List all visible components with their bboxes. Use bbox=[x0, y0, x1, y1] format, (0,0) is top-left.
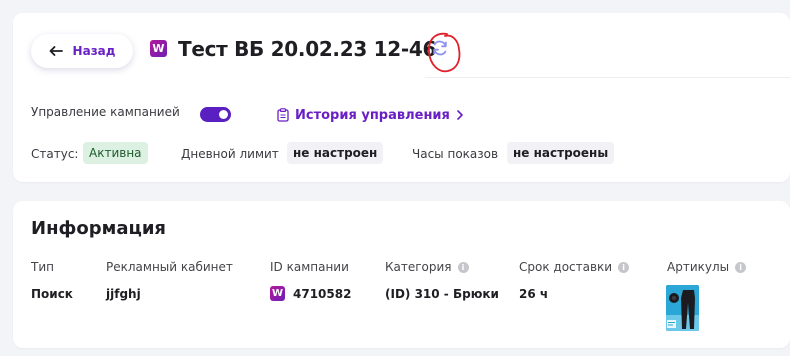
status-badge: Активна bbox=[83, 142, 148, 164]
back-button-label: Назад bbox=[72, 44, 116, 58]
information-title: Информация bbox=[31, 218, 166, 239]
column-ad-cabinet: Рекламный кабинет bbox=[106, 260, 233, 274]
show-hours-value: не настроены bbox=[507, 142, 615, 164]
cell-type: Поиск bbox=[31, 287, 73, 301]
product-image bbox=[666, 285, 699, 331]
column-category: Категория i bbox=[385, 260, 469, 274]
page-title: Тест ВБ 20.02.23 12-46 bbox=[178, 37, 437, 61]
daily-limit-value: не настроен bbox=[287, 142, 384, 164]
article-thumbnail[interactable] bbox=[666, 285, 699, 331]
arrow-left-icon bbox=[49, 46, 63, 56]
header-divider bbox=[425, 77, 790, 78]
campaign-header-card: Назад W Тест ВБ 20.02.23 12-46 Управлени… bbox=[13, 13, 790, 182]
back-button[interactable]: Назад bbox=[31, 34, 133, 68]
info-icon[interactable]: i bbox=[735, 261, 747, 273]
refresh-icon[interactable] bbox=[431, 39, 449, 57]
cell-campaign-id: 4710582 bbox=[293, 287, 352, 301]
cell-category: (ID) 310 - Брюки bbox=[385, 287, 499, 301]
campaign-management-label: Управление кампанией bbox=[31, 105, 180, 119]
cell-ad-cabinet: jjfghj bbox=[106, 287, 141, 301]
column-articles: Артикулы i bbox=[667, 260, 747, 274]
show-hours-label: Часы показов bbox=[412, 147, 499, 161]
column-campaign-id: ID кампании bbox=[270, 260, 349, 274]
management-history-label: История управления bbox=[295, 107, 450, 123]
management-history-link[interactable]: История управления bbox=[277, 105, 464, 125]
column-type: Тип bbox=[31, 260, 54, 274]
campaign-management-toggle[interactable] bbox=[200, 107, 231, 122]
information-card: Информация Тип Рекламный кабинет ID камп… bbox=[13, 201, 790, 348]
clipboard-icon bbox=[277, 108, 289, 122]
cell-delivery-time: 26 ч bbox=[519, 287, 549, 301]
wb-logo-icon: W bbox=[150, 40, 167, 57]
info-icon[interactable]: i bbox=[618, 261, 630, 273]
wb-logo-icon: W bbox=[270, 286, 285, 301]
daily-limit-label: Дневной лимит bbox=[181, 147, 279, 161]
column-delivery-time: Срок доставки i bbox=[519, 260, 630, 274]
info-icon[interactable]: i bbox=[457, 261, 469, 273]
chevron-right-icon bbox=[457, 110, 463, 120]
status-label: Статус: bbox=[31, 147, 79, 161]
